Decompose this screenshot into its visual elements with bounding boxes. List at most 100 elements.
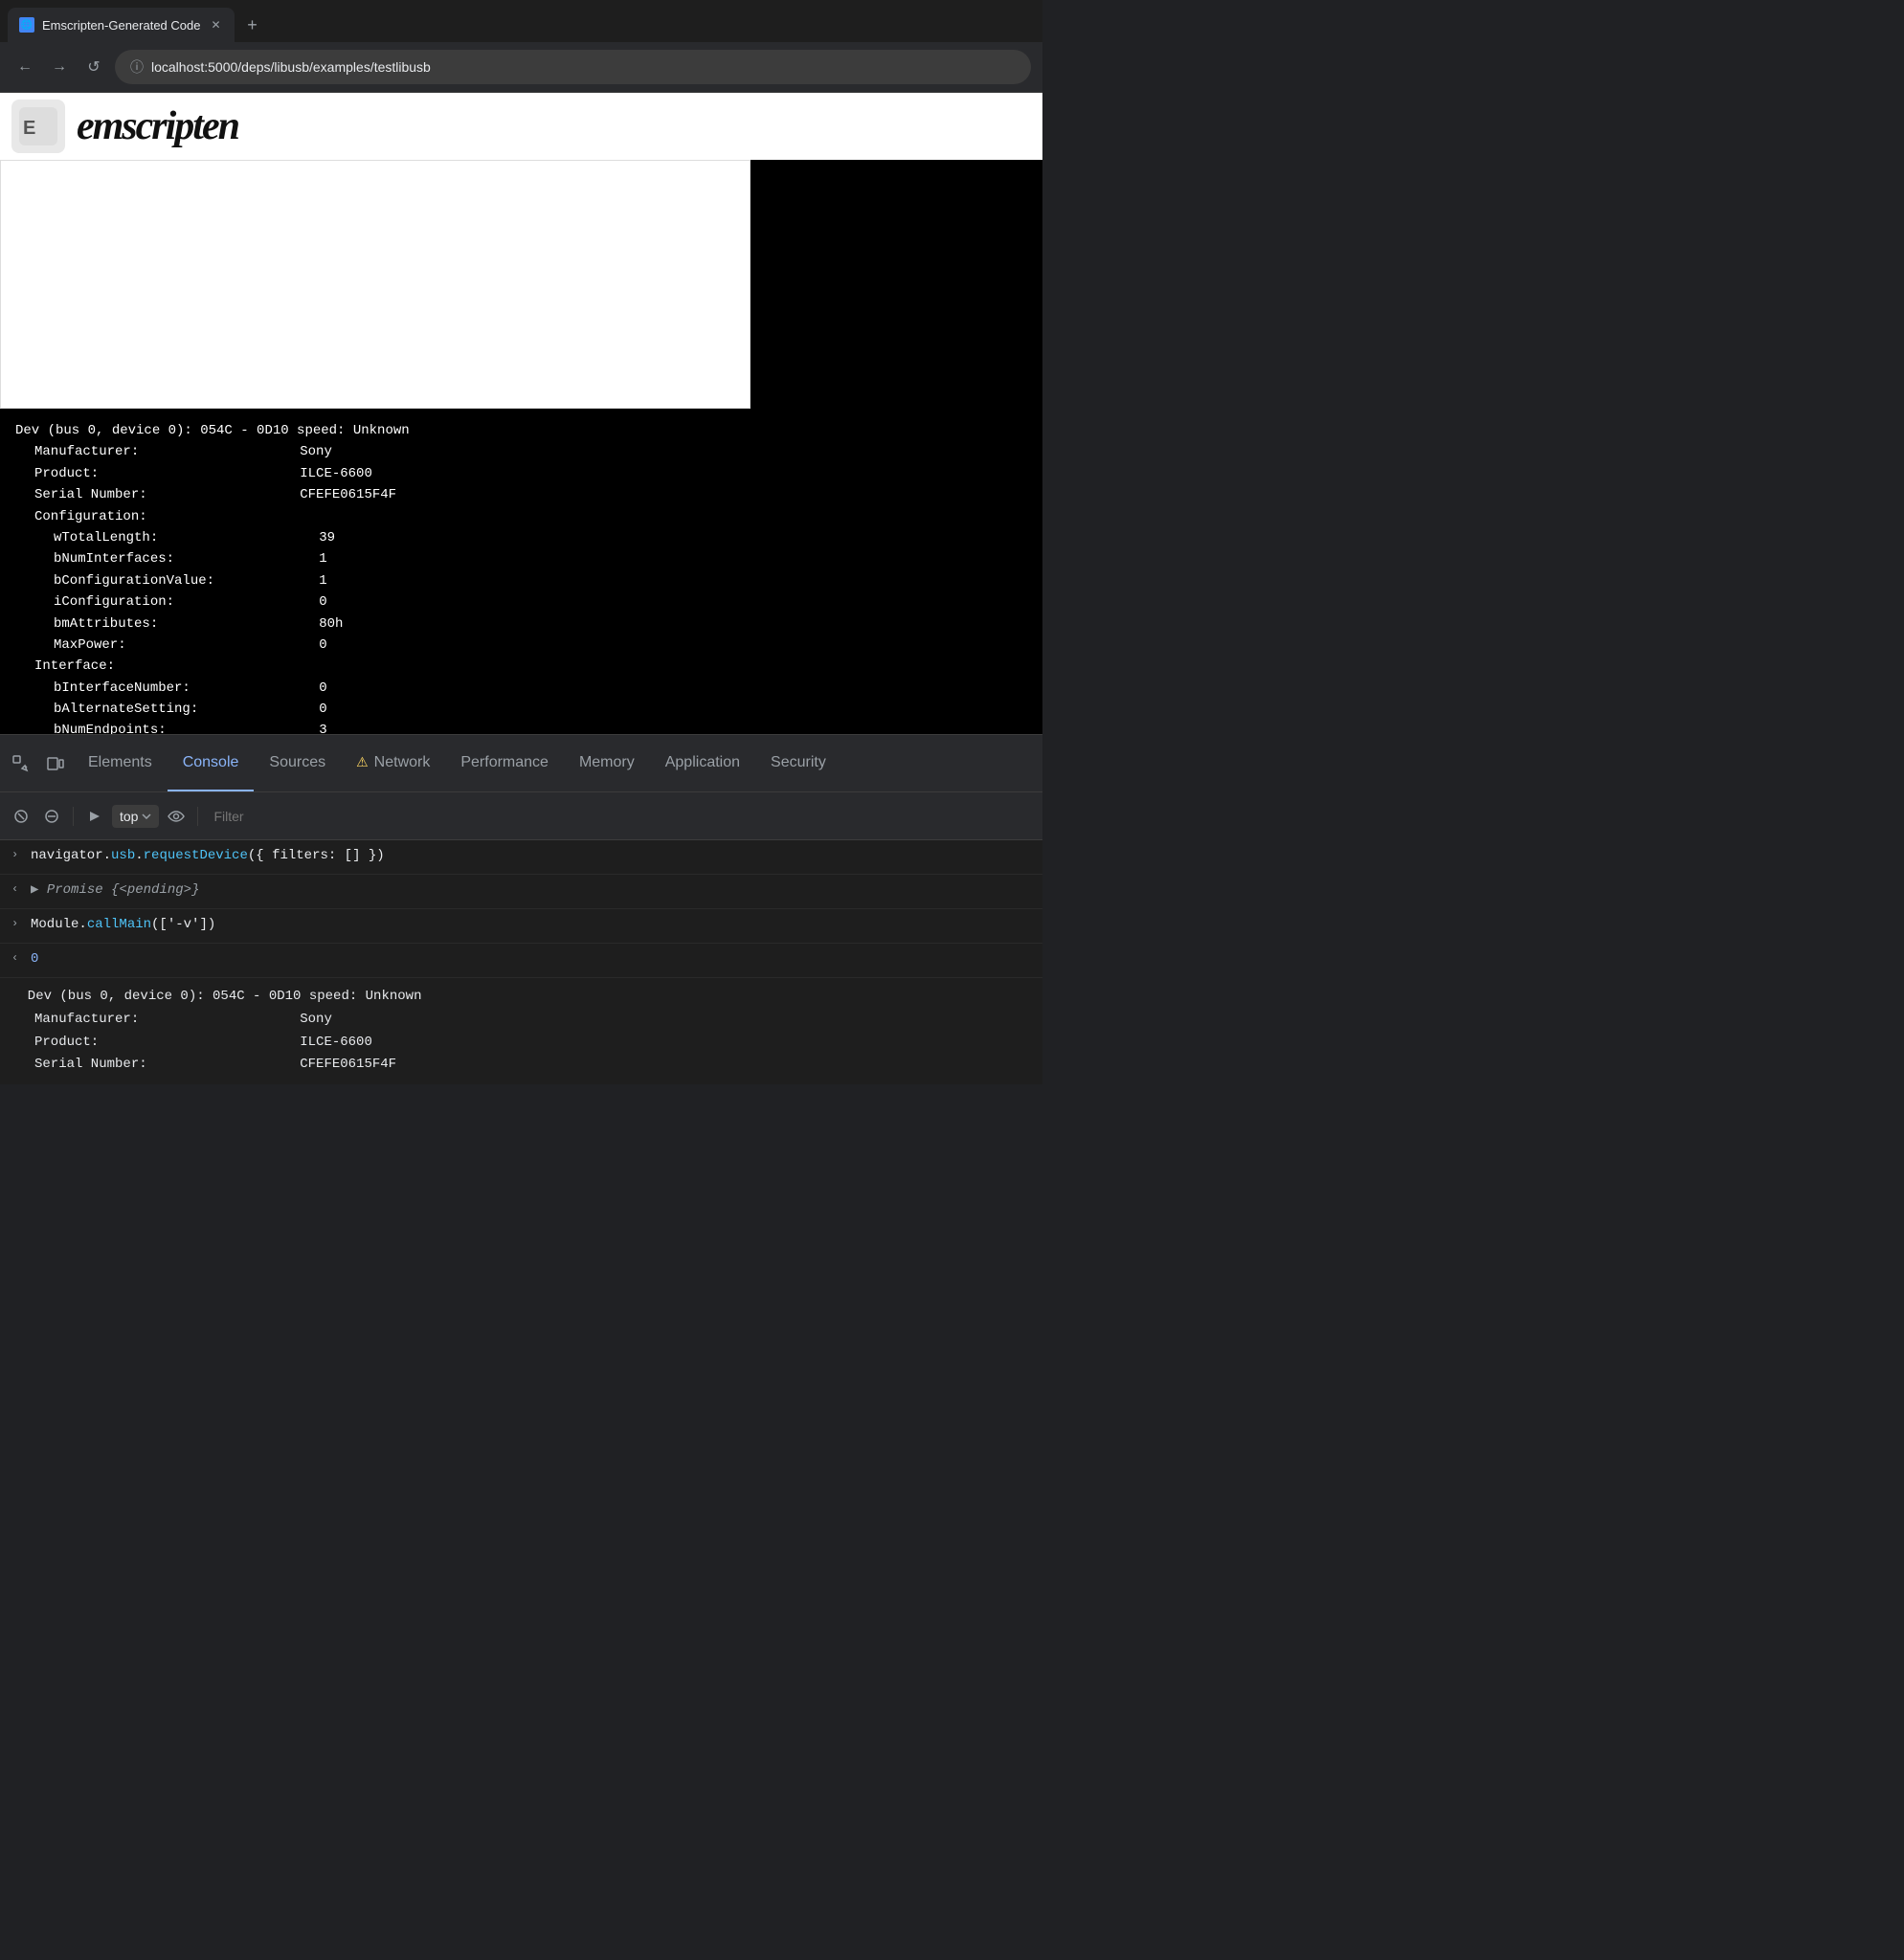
console-text-part: . bbox=[135, 848, 143, 863]
console-output: › navigator.usb.requestDevice({ filters:… bbox=[0, 840, 1042, 1084]
tab-sources[interactable]: Sources bbox=[254, 735, 341, 791]
console-filter-input[interactable] bbox=[206, 805, 1035, 828]
console-text-part: navigator. bbox=[31, 848, 111, 863]
terminal-line: Product: ILCE-6600 bbox=[15, 463, 1027, 484]
address-info-icon: ⓘ bbox=[130, 57, 144, 77]
tab-close-button[interactable]: ✕ bbox=[208, 17, 223, 33]
browser-tab[interactable]: 🌐 Emscripten-Generated Code ✕ bbox=[8, 8, 235, 42]
svg-text:E: E bbox=[23, 118, 35, 139]
context-label: top bbox=[120, 809, 138, 824]
canvas-area bbox=[0, 160, 1042, 409]
terminal-line: bAlternateSetting: 0 bbox=[15, 699, 1027, 720]
sub-terminal-line: Product: ILCE-6600 bbox=[11, 1032, 1031, 1055]
sub-terminal-output: Dev (bus 0, device 0): 054C - 0D10 speed… bbox=[0, 978, 1042, 1084]
tab-network-label: Network bbox=[374, 754, 431, 771]
tab-title: Emscripten-Generated Code bbox=[42, 18, 200, 33]
tab-memory[interactable]: Memory bbox=[564, 735, 650, 791]
network-warning-icon: ⚠ bbox=[356, 754, 369, 770]
address-bar[interactable]: ⓘ localhost:5000/deps/libusb/examples/te… bbox=[115, 50, 1031, 84]
nav-bar: ← → ↺ ⓘ localhost:5000/deps/libusb/examp… bbox=[0, 42, 1042, 92]
no-icon-button[interactable] bbox=[38, 803, 65, 830]
tab-elements-label: Elements bbox=[88, 754, 152, 771]
console-text-part: ]) bbox=[199, 917, 215, 932]
console-text-part: ([ bbox=[151, 917, 168, 932]
terminal-line: bmAttributes: 80h bbox=[15, 613, 1027, 635]
console-arrow-out-1: ‹ bbox=[11, 880, 31, 898]
sub-terminal-line: Serial Number: CFEFE0615F4F bbox=[11, 1054, 1031, 1077]
console-line-3: › Module.callMain(['-v']) bbox=[0, 909, 1042, 944]
tab-favicon: 🌐 bbox=[19, 17, 34, 33]
console-line-2: ‹ ▶ Promise {<pending>} bbox=[0, 875, 1042, 909]
new-tab-button[interactable]: + bbox=[238, 11, 265, 38]
execute-button[interactable] bbox=[81, 803, 108, 830]
forward-button[interactable]: → bbox=[46, 54, 73, 80]
terminal-output: Dev (bus 0, device 0): 054C - 0D10 speed… bbox=[0, 409, 1042, 734]
eye-button[interactable] bbox=[163, 803, 190, 830]
tab-network[interactable]: ⚠ Network bbox=[341, 735, 445, 791]
tab-console[interactable]: Console bbox=[168, 735, 255, 791]
console-text-part: requestDevice bbox=[144, 848, 248, 863]
toolbar-separator bbox=[73, 807, 74, 826]
console-text-2: ▶ Promise {<pending>} bbox=[31, 880, 1031, 901]
console-arrow-out-2: ‹ bbox=[11, 949, 31, 967]
canvas-black bbox=[750, 160, 1042, 409]
console-line-1: › navigator.usb.requestDevice({ filters:… bbox=[0, 840, 1042, 875]
tab-performance-label: Performance bbox=[460, 754, 549, 771]
terminal-line: Serial Number: CFEFE0615F4F bbox=[15, 484, 1027, 505]
console-text-part: ({ filters: [] }) bbox=[248, 848, 385, 863]
devtools-panel: Elements Console Sources ⚠ Network Perfo… bbox=[0, 734, 1042, 1084]
tab-memory-label: Memory bbox=[579, 754, 635, 771]
console-text-part: 0 bbox=[31, 951, 38, 967]
tab-bar: 🌐 Emscripten-Generated Code ✕ + bbox=[0, 0, 1042, 42]
device-toolbar-button[interactable] bbox=[40, 748, 71, 779]
console-text-part: Module. bbox=[31, 917, 87, 932]
console-arrow-in-1: › bbox=[11, 846, 31, 863]
terminal-line: Configuration: bbox=[15, 506, 1027, 527]
terminal-line: bNumEndpoints: 3 bbox=[15, 720, 1027, 734]
console-arrow-in-2: › bbox=[11, 915, 31, 932]
sub-terminal-line: Manufacturer: Sony bbox=[11, 1009, 1031, 1032]
tab-sources-label: Sources bbox=[269, 754, 325, 771]
tab-performance[interactable]: Performance bbox=[445, 735, 564, 791]
context-selector[interactable]: top bbox=[112, 805, 159, 828]
toolbar-separator-2 bbox=[197, 807, 198, 826]
console-text-4: 0 bbox=[31, 949, 1031, 969]
tab-console-label: Console bbox=[183, 754, 239, 771]
console-toolbar: top bbox=[0, 792, 1042, 840]
devtools-tab-bar: Elements Console Sources ⚠ Network Perfo… bbox=[0, 735, 1042, 792]
console-text-part: usb bbox=[111, 848, 135, 863]
terminal-line: iConfiguration: 0 bbox=[15, 591, 1027, 612]
sub-terminal-line: Dev (bus 0, device 0): 054C - 0D10 speed… bbox=[11, 986, 1031, 1009]
tab-security-label: Security bbox=[771, 754, 826, 771]
terminal-line: bNumInterfaces: 1 bbox=[15, 548, 1027, 569]
tab-security[interactable]: Security bbox=[755, 735, 841, 791]
console-text-part: callMain bbox=[87, 917, 151, 932]
tab-application-label: Application bbox=[665, 754, 740, 771]
url-text: localhost:5000/deps/libusb/examples/test… bbox=[151, 59, 431, 75]
terminal-line: Interface: bbox=[15, 656, 1027, 677]
reload-button[interactable]: ↺ bbox=[80, 54, 107, 80]
terminal-line: Manufacturer: Sony bbox=[15, 441, 1027, 462]
emscripten-title: emscripten bbox=[77, 103, 238, 149]
console-text-part: ▶ bbox=[31, 882, 47, 898]
browser-chrome: 🌐 Emscripten-Generated Code ✕ + ← → ↺ ⓘ … bbox=[0, 0, 1042, 93]
emscripten-logo: E bbox=[11, 100, 65, 153]
clear-console-button[interactable] bbox=[8, 803, 34, 830]
terminal-line: wTotalLength: 39 bbox=[15, 527, 1027, 548]
terminal-line: bInterfaceNumber: 0 bbox=[15, 678, 1027, 699]
tab-application[interactable]: Application bbox=[650, 735, 755, 791]
terminal-line: MaxPower: 0 bbox=[15, 635, 1027, 656]
console-text-part: '-v' bbox=[168, 917, 200, 932]
tab-elements[interactable]: Elements bbox=[73, 735, 168, 791]
page-header: E emscripten bbox=[0, 93, 1042, 160]
canvas-white bbox=[0, 160, 750, 409]
back-button[interactable]: ← bbox=[11, 54, 38, 80]
terminal-line: Dev (bus 0, device 0): 054C - 0D10 speed… bbox=[15, 420, 1027, 441]
page-content: E emscripten bbox=[0, 93, 1042, 409]
terminal-line: bConfigurationValue: 1 bbox=[15, 570, 1027, 591]
console-text-3: Module.callMain(['-v']) bbox=[31, 915, 1031, 935]
console-text-1: navigator.usb.requestDevice({ filters: [… bbox=[31, 846, 1031, 866]
console-text-part: Promise {<pending>} bbox=[47, 882, 200, 898]
console-line-4: ‹ 0 bbox=[0, 944, 1042, 978]
inspect-element-button[interactable] bbox=[6, 748, 36, 779]
